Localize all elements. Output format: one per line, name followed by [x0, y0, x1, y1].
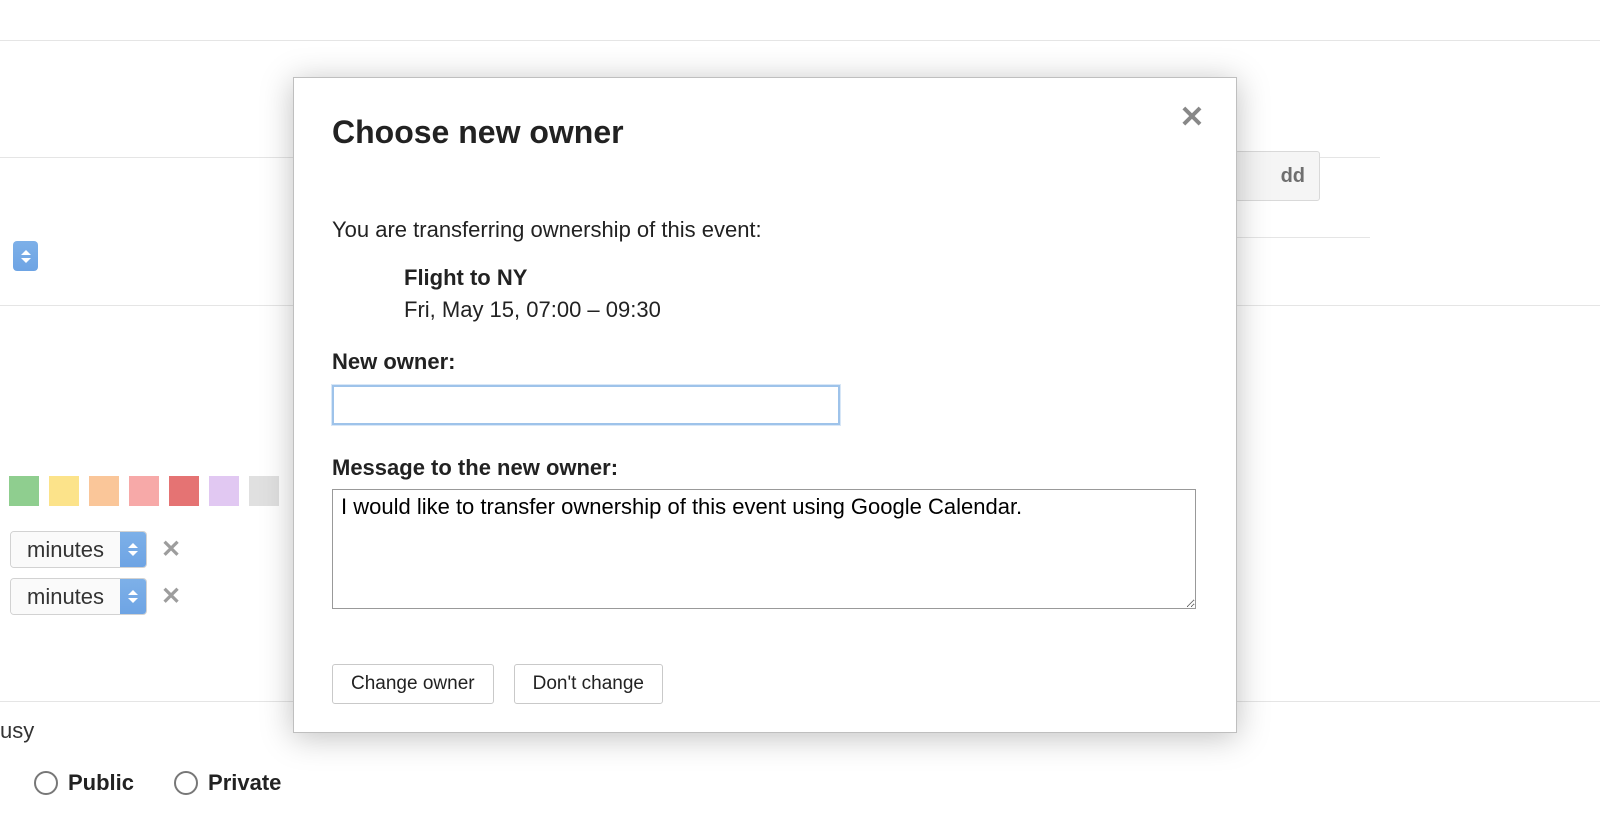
event-summary: Flight to NY Fri, May 15, 07:00 – 09:30: [404, 265, 1198, 323]
message-label: Message to the new owner:: [332, 455, 1198, 481]
message-textarea[interactable]: [332, 489, 1196, 609]
close-button[interactable]: ✕: [1174, 100, 1210, 136]
new-owner-label: New owner:: [332, 349, 1198, 375]
close-icon: ✕: [1179, 103, 1204, 133]
dialog-title: Choose new owner: [332, 114, 1198, 151]
event-title: Flight to NY: [404, 265, 1198, 291]
event-time: Fri, May 15, 07:00 – 09:30: [404, 297, 1198, 323]
new-owner-input[interactable]: [332, 385, 840, 425]
transfer-intro-text: You are transferring ownership of this e…: [332, 217, 1198, 243]
change-owner-dialog: ✕ Choose new owner You are transferring …: [293, 77, 1237, 733]
dialog-actions: Change owner Don't change: [332, 664, 663, 704]
dont-change-button[interactable]: Don't change: [514, 664, 663, 704]
change-owner-button[interactable]: Change owner: [332, 664, 494, 704]
dialog-body: You are transferring ownership of this e…: [332, 217, 1198, 615]
